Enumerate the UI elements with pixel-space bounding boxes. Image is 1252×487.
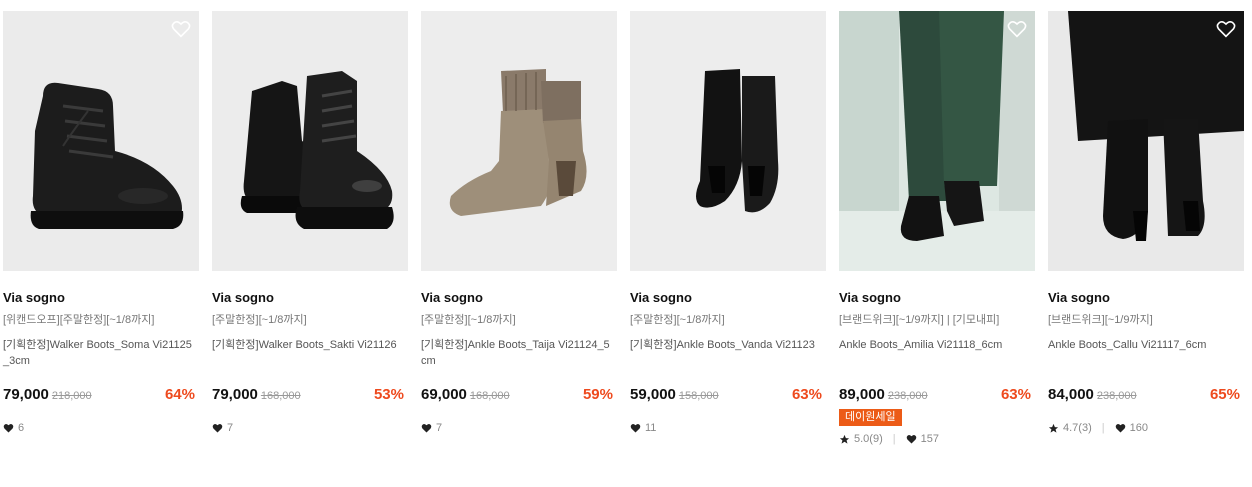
price-row: 84,000 238,000 65% <box>1048 384 1244 406</box>
product-image[interactable] <box>1048 11 1244 271</box>
discount-rate: 63% <box>1000 386 1031 403</box>
promo-tag: [주말한정][~1/8까지] <box>212 314 307 326</box>
heart-outline-icon[interactable] <box>1216 20 1236 38</box>
original-price: 168,000 <box>469 390 510 402</box>
heart-outline-icon[interactable] <box>1007 20 1027 38</box>
heart-icon <box>3 424 14 433</box>
promo-tag: [주말한정][~1/8까지] <box>421 314 516 326</box>
product-image[interactable] <box>3 11 199 271</box>
heart-icon <box>1115 424 1125 433</box>
product-meta: 11 <box>630 420 826 436</box>
star-icon <box>839 434 850 444</box>
sale-price: 84,000 <box>1048 386 1094 403</box>
like-count: 7 <box>227 422 234 434</box>
rating: 5.0(9) <box>854 433 883 445</box>
price-row: 59,000 158,000 63% <box>630 384 826 406</box>
product-name[interactable]: Ankle Boots_Callu Vi21117_6cm <box>1048 337 1244 369</box>
divider: | <box>1101 422 1105 434</box>
price-row: 69,000 168,000 59% <box>421 384 617 406</box>
original-price: 238,000 <box>1096 390 1137 402</box>
product-meta: 5.0(9) | 157 <box>839 431 1035 447</box>
original-price: 168,000 <box>260 390 301 402</box>
original-price: 158,000 <box>678 390 719 402</box>
discount-rate: 65% <box>1209 386 1240 403</box>
sale-price: 59,000 <box>630 386 676 403</box>
sale-badge: 데이원세일 <box>839 409 902 426</box>
product-card[interactable]: Via sogno [브랜드위크][~1/9까지] | [기모내피] Ankle… <box>839 11 1035 447</box>
discount-rate: 64% <box>164 386 195 403</box>
product-image[interactable] <box>630 11 826 271</box>
divider: | <box>892 433 896 445</box>
product-card[interactable]: Via sogno [위캔드오프][주말한정][~1/8까지] [기획한정]Wa… <box>3 11 199 436</box>
price-row: 89,000 238,000 63% <box>839 384 1035 406</box>
like-count: 6 <box>18 422 25 434</box>
product-meta: 4.7(3) | 160 <box>1048 420 1244 436</box>
brand-name[interactable]: Via sogno <box>839 289 1035 307</box>
brand-name[interactable]: Via sogno <box>212 289 408 307</box>
star-icon <box>1048 423 1059 433</box>
sale-price: 79,000 <box>3 386 49 403</box>
promo-tag: [브랜드위크][~1/9까지] <box>1048 314 1153 326</box>
discount-rate: 53% <box>373 386 404 403</box>
price-row: 79,000 168,000 53% <box>212 384 408 406</box>
product-image[interactable] <box>212 11 408 271</box>
product-name[interactable]: [기획한정]Ankle Boots_Vanda Vi21123 <box>630 337 826 369</box>
heart-icon <box>212 424 223 433</box>
brand-name[interactable]: Via sogno <box>3 289 199 307</box>
product-meta: 6 <box>3 420 199 436</box>
product-card[interactable]: Via sogno [브랜드위크][~1/9까지] Ankle Boots_Ca… <box>1048 11 1244 436</box>
product-name[interactable]: [기획한정]Walker Boots_Sakti Vi21126 <box>212 337 408 369</box>
product-image[interactable] <box>839 11 1035 271</box>
product-name[interactable]: [기획한정]Ankle Boots_Taija Vi21124_5cm <box>421 337 617 369</box>
brand-name[interactable]: Via sogno <box>630 289 826 307</box>
like-count: 157 <box>920 433 939 445</box>
promo-tag: [위캔드오프][주말한정][~1/8까지] <box>3 314 155 326</box>
rating: 4.7(3) <box>1063 422 1092 434</box>
price-row: 79,000 218,000 64% <box>3 384 199 406</box>
product-meta: 7 <box>212 420 408 436</box>
like-count: 160 <box>1129 422 1148 434</box>
sale-price: 79,000 <box>212 386 258 403</box>
sale-price: 89,000 <box>839 386 885 403</box>
product-card[interactable]: Via sogno [주말한정][~1/8까지] [기획한정]Walker Bo… <box>212 11 408 436</box>
heart-icon <box>630 424 641 433</box>
product-name[interactable]: [기획한정]Walker Boots_Soma Vi21125_3cm <box>3 337 199 369</box>
heart-outline-icon[interactable] <box>171 20 191 38</box>
discount-rate: 59% <box>582 386 613 403</box>
product-card[interactable]: Via sogno [주말한정][~1/8까지] [기획한정]Ankle Boo… <box>630 11 826 436</box>
like-count: 7 <box>436 422 443 434</box>
sale-price: 69,000 <box>421 386 467 403</box>
product-meta: 7 <box>421 420 617 436</box>
product-card[interactable]: Via sogno [주말한정][~1/8까지] [기획한정]Ankle Boo… <box>421 11 617 436</box>
heart-icon <box>421 424 432 433</box>
original-price: 238,000 <box>887 390 928 402</box>
promo-tag: [브랜드위크][~1/9까지] | [기모내피] <box>839 314 1000 326</box>
original-price: 218,000 <box>51 390 92 402</box>
like-count: 11 <box>645 422 657 434</box>
heart-icon <box>906 435 916 444</box>
product-name[interactable]: Ankle Boots_Amilia Vi21118_6cm <box>839 337 1035 369</box>
product-image[interactable] <box>421 11 617 271</box>
brand-name[interactable]: Via sogno <box>1048 289 1244 307</box>
brand-name[interactable]: Via sogno <box>421 289 617 307</box>
discount-rate: 63% <box>791 386 822 403</box>
promo-tag: [주말한정][~1/8까지] <box>630 314 725 326</box>
